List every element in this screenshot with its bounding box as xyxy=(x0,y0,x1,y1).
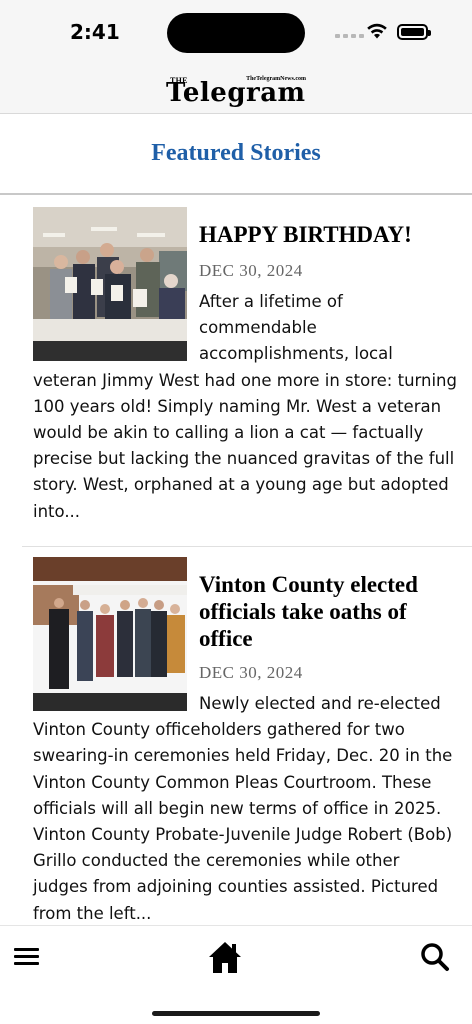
article-card[interactable]: HAPPY BIRTHDAY! DEC 30, 2024 After a lif… xyxy=(0,207,472,525)
home-icon[interactable] xyxy=(207,940,243,974)
article-photo[interactable] xyxy=(33,557,187,711)
article-excerpt-text: Newly elected and re-elected Vinton Coun… xyxy=(33,694,453,923)
menu-icon[interactable] xyxy=(14,948,40,970)
dynamic-island xyxy=(167,13,305,53)
article-feed[interactable]: HAPPY BIRTHDAY! DEC 30, 2024 After a lif… xyxy=(0,197,472,925)
article-card[interactable]: Vinton County elected officials take oat… xyxy=(0,557,472,925)
battery-icon xyxy=(397,24,431,40)
search-icon[interactable] xyxy=(420,942,450,972)
section-header: Featured Stories xyxy=(0,114,472,195)
article-photo[interactable] xyxy=(33,207,187,361)
telegram-logo[interactable]: THE TheTelegramNews.com Telegram xyxy=(160,72,312,108)
wifi-icon xyxy=(367,23,387,39)
bottom-toolbar xyxy=(0,925,472,1024)
status-time: 2:41 xyxy=(70,20,120,44)
top-bar: 2:41 THE TheTelegramNews.com Telegram xyxy=(0,0,472,114)
cellular-signal-icon xyxy=(335,34,364,38)
home-indicator xyxy=(152,1011,320,1016)
article-excerpt: Newly elected and re-elected Vinton Coun… xyxy=(0,691,472,925)
article-divider xyxy=(22,546,472,547)
section-title: Featured Stories xyxy=(151,140,321,166)
